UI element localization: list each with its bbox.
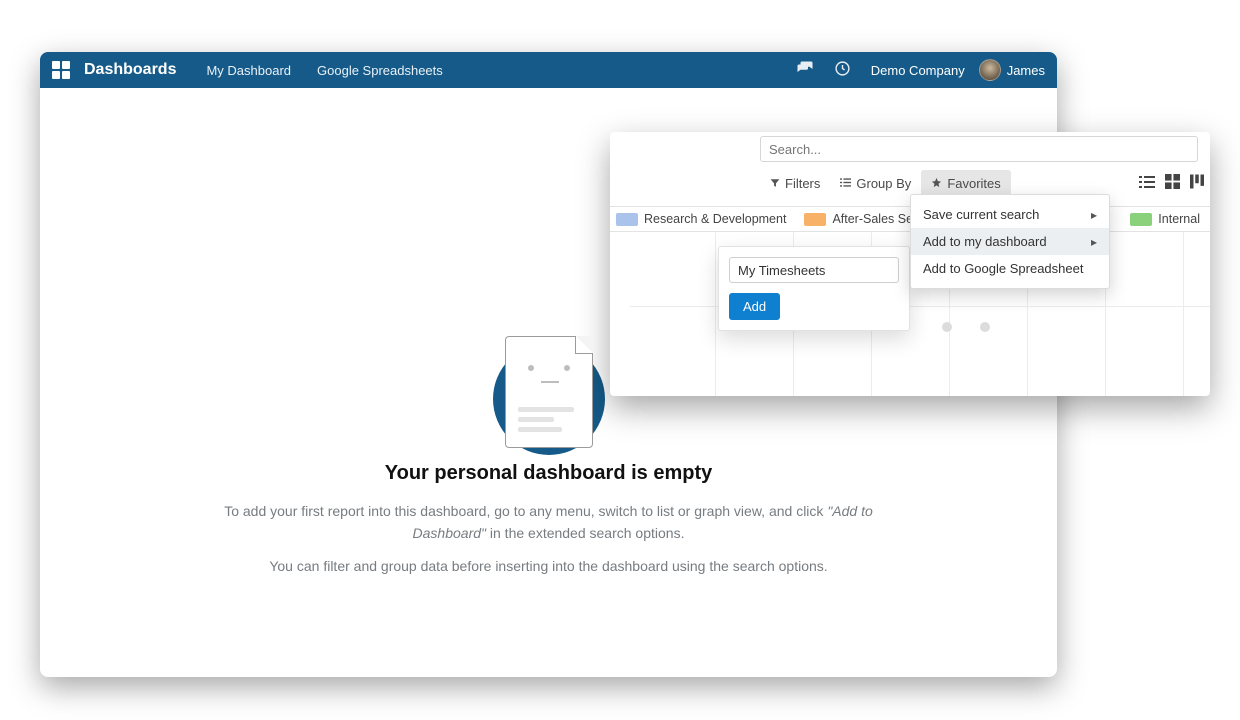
favorites-dropdown: Save current search ▸ Add to my dashboar…: [910, 194, 1110, 289]
search-field-wrapper[interactable]: [760, 136, 1198, 162]
fav-save-label: Save current search: [923, 207, 1039, 222]
empty-title: Your personal dashboard is empty: [40, 462, 1057, 485]
chevron-right-icon: ▸: [1091, 235, 1097, 249]
empty-help-1a: To add your first report into this dashb…: [224, 503, 827, 519]
legend-color-after-sales: [804, 213, 826, 226]
empty-help-2: You can filter and group data before ins…: [199, 558, 899, 574]
star-icon: [931, 177, 942, 191]
search-input[interactable]: [769, 142, 1189, 157]
add-button[interactable]: Add: [729, 293, 780, 320]
empty-help-1: To add your first report into this dashb…: [199, 500, 899, 544]
apps-icon[interactable]: [52, 61, 70, 79]
fav-add-spreadsheet[interactable]: Add to Google Spreadsheet: [911, 255, 1109, 282]
legend-color-rd: [616, 213, 638, 226]
fav-add-dash-label: Add to my dashboard: [923, 234, 1047, 249]
favorites-label: Favorites: [947, 176, 1000, 191]
view-switcher: [1139, 174, 1204, 194]
app-header: Dashboards My Dashboard Google Spreadshe…: [40, 52, 1057, 88]
clock-icon[interactable]: [834, 60, 851, 80]
filters-label: Filters: [785, 176, 820, 191]
legend-internal: Internal: [1158, 212, 1200, 226]
grid-dot: [942, 322, 952, 332]
menu-my-dashboard[interactable]: My Dashboard: [206, 63, 291, 78]
grid-dot: [980, 322, 990, 332]
legend-color-internal: [1130, 213, 1152, 226]
empty-document-icon: [505, 336, 593, 448]
menu-google-spreadsheets[interactable]: Google Spreadsheets: [317, 63, 443, 78]
grid-view-icon[interactable]: [1165, 174, 1180, 194]
favorites-button[interactable]: Favorites: [921, 170, 1010, 197]
list-view-icon[interactable]: [1139, 174, 1155, 194]
empty-help-1c: in the extended search options.: [486, 525, 684, 541]
fav-add-sheet-label: Add to Google Spreadsheet: [923, 261, 1083, 276]
add-to-dashboard-panel: Add: [718, 246, 910, 331]
chat-icon[interactable]: [796, 60, 814, 81]
user-name[interactable]: James: [1007, 63, 1045, 78]
funnel-icon: [770, 177, 780, 191]
legend-after-sales: After-Sales Ser: [832, 212, 917, 226]
avatar[interactable]: [979, 59, 1001, 81]
fav-save-search[interactable]: Save current search ▸: [911, 201, 1109, 228]
chevron-right-icon: ▸: [1091, 208, 1097, 222]
dashboard-name-input[interactable]: [729, 257, 899, 283]
group-by-button[interactable]: Group By: [830, 170, 921, 197]
list-icon: [840, 177, 851, 191]
fav-add-dashboard[interactable]: Add to my dashboard ▸: [911, 228, 1109, 255]
legend-rd: Research & Development: [644, 212, 786, 226]
kanban-view-icon[interactable]: [1190, 174, 1204, 194]
search-toolbar: Filters Group By Favorites: [760, 170, 1011, 197]
search-overlay: Filters Group By Favorites Research & De: [610, 132, 1210, 396]
company-name[interactable]: Demo Company: [871, 63, 965, 78]
app-title: Dashboards: [84, 61, 176, 79]
filters-button[interactable]: Filters: [760, 170, 830, 197]
group-by-label: Group By: [856, 176, 911, 191]
